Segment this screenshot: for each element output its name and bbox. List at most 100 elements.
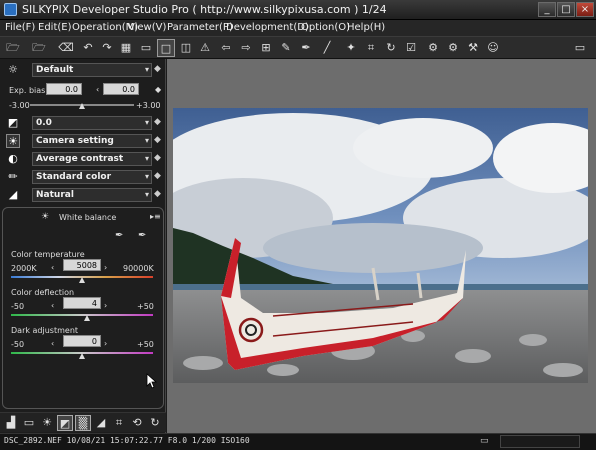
- dark-adjustment-label: Dark adjustment: [11, 326, 79, 335]
- exposure-bias-label: Exp. bias: [9, 86, 46, 95]
- noise-tool-icon[interactable]: ▒: [75, 415, 91, 431]
- open-folder-icon[interactable]: 🗁: [4, 39, 22, 57]
- panel-bottom-toolbar: ▟ ▭ ☀ ◩ ▒ ◢ ⌗ ⟲ ↻: [0, 412, 166, 432]
- menu-help[interactable]: Help(H): [347, 22, 385, 33]
- exposure-bias-thumb[interactable]: [79, 103, 85, 109]
- title-bar: SILKYPIX Developer Studio Pro ( http://w…: [0, 0, 596, 20]
- comment-icon[interactable]: ▭: [21, 415, 37, 431]
- photo-preview[interactable]: [173, 108, 588, 383]
- color-dropdown[interactable]: Standard color ▾: [32, 170, 152, 184]
- checkbox-icon[interactable]: ☑: [402, 39, 420, 57]
- exposure-bias-pin-icon[interactable]: ◆: [155, 85, 161, 94]
- color-temperature-input[interactable]: 5008: [63, 259, 101, 271]
- menu-view[interactable]: View(V): [128, 22, 166, 33]
- tone-pin-icon[interactable]: ◆: [154, 117, 161, 127]
- display-icon[interactable]: ▭: [571, 39, 589, 57]
- camera-pin-icon[interactable]: ◆: [154, 135, 161, 145]
- color-deflection-max: +50: [137, 302, 154, 311]
- image-viewer[interactable]: [167, 59, 596, 433]
- color-deflection-arrow-icon[interactable]: ‹: [51, 301, 54, 310]
- open-recent-icon[interactable]: 🗁: [30, 39, 48, 57]
- redo-icon[interactable]: ↷: [98, 39, 116, 57]
- menu-parameter[interactable]: Parameter(P): [167, 22, 233, 33]
- white-balance-sun-icon: ☀: [41, 212, 50, 222]
- color-temperature-arrow-right-icon[interactable]: ›: [104, 263, 107, 272]
- transform-tool-icon[interactable]: ⌗: [111, 415, 127, 431]
- single-view-icon[interactable]: □: [157, 39, 175, 57]
- refresh-icon[interactable]: ↻: [382, 39, 400, 57]
- reset-tool-icon[interactable]: ↻: [147, 415, 163, 431]
- wand-icon[interactable]: ✦: [342, 39, 360, 57]
- histogram-icon[interactable]: ▟: [3, 415, 19, 431]
- grid-icon[interactable]: ⊞: [257, 39, 275, 57]
- camera-setting-dropdown[interactable]: Camera setting ▾: [32, 134, 152, 148]
- exposure-tool-icon[interactable]: ☀: [39, 415, 55, 431]
- tone-tool-icon[interactable]: ◩: [57, 415, 73, 431]
- menu-bar: File(F) Edit(E) Operation(M) View(V) Par…: [0, 20, 596, 37]
- warning-icon[interactable]: ⚠: [196, 39, 214, 57]
- filmstrip-view-icon[interactable]: ▭: [137, 39, 155, 57]
- tone-curve-icon: ◩: [7, 116, 19, 129]
- preset-icon: ☼: [8, 63, 18, 76]
- sharpness-pin-icon[interactable]: ◆: [154, 189, 161, 199]
- crop-icon[interactable]: ⌗: [362, 39, 380, 57]
- eraser-icon[interactable]: ⌫: [57, 39, 75, 57]
- grid-view-icon[interactable]: ▦: [117, 39, 135, 57]
- exposure-bias-min: -3.00: [9, 101, 30, 110]
- dark-adjustment-arrow-right-icon[interactable]: ›: [104, 339, 107, 348]
- rotate-left-icon[interactable]: ⇦: [217, 39, 235, 57]
- maximize-button[interactable]: □: [557, 2, 575, 17]
- rotate-tool-icon[interactable]: ⟲: [129, 415, 145, 431]
- undo-icon[interactable]: ↶: [79, 39, 97, 57]
- exposure-bias-input[interactable]: 0.0: [46, 83, 82, 95]
- color-temperature-label: Color temperature: [11, 250, 85, 259]
- rotate-right-icon[interactable]: ⇨: [237, 39, 255, 57]
- minimize-button[interactable]: _: [538, 2, 556, 17]
- color-temperature-arrow-icon[interactable]: ‹: [51, 263, 54, 272]
- contrast-dropdown[interactable]: Average contrast ▾: [32, 152, 152, 166]
- sharpness-dropdown[interactable]: Natural ▾: [32, 188, 152, 202]
- toolbar: 🗁 🗁 ⌫ ↶ ↷ ▦ ▭ □ ◫ ⚠ ⇦ ⇨ ⊞ ✎ ✒ ╱ ✦ ⌗ ↻ ☑ …: [0, 37, 596, 59]
- color-deflection-input[interactable]: 4: [63, 297, 101, 309]
- color-pin-icon[interactable]: ◆: [154, 171, 161, 181]
- dark-adjustment-input[interactable]: 0: [63, 335, 101, 347]
- hammer-icon[interactable]: ⚒: [464, 39, 482, 57]
- menu-file[interactable]: File(F): [5, 22, 35, 33]
- tone-row: ◩ 0.0 ▾ ◆: [0, 115, 166, 132]
- dark-adjustment-arrow-icon[interactable]: ‹: [51, 339, 54, 348]
- color-deflection-arrow-right-icon[interactable]: ›: [104, 301, 107, 310]
- gears-icon[interactable]: ⚙: [444, 39, 462, 57]
- compare-view-icon[interactable]: ◫: [177, 39, 195, 57]
- dropper-2-icon[interactable]: ✒: [297, 39, 315, 57]
- white-balance-menu-icon[interactable]: ▸≡: [150, 212, 161, 221]
- color-temperature-min: 2000K: [11, 264, 37, 273]
- menu-option[interactable]: Option(O): [301, 22, 350, 33]
- gear-settings-icon[interactable]: ⚙: [424, 39, 442, 57]
- color-brush-icon: ✏: [8, 170, 18, 183]
- brush-icon[interactable]: ╱: [318, 39, 336, 57]
- color-deflection-slider[interactable]: [11, 314, 153, 316]
- close-button[interactable]: ×: [576, 2, 594, 17]
- tone-dropdown[interactable]: 0.0 ▾: [32, 116, 152, 130]
- control-panel: ☼ Default ▾ ◆ Exp. bias 0.0 ‹ 0.0 ◆ -3.00…: [0, 59, 166, 433]
- contrast-pin-icon[interactable]: ◆: [154, 153, 161, 163]
- dropper-icon[interactable]: ✎: [277, 39, 295, 57]
- contrast-icon: ◐: [8, 152, 18, 165]
- preset-pin-icon[interactable]: ◆: [154, 64, 161, 74]
- window-title: SILKYPIX Developer Studio Pro ( http://w…: [22, 3, 387, 16]
- color-temperature-max: 90000K: [123, 264, 154, 273]
- menu-edit[interactable]: Edit(E): [38, 22, 72, 33]
- wb-dropper-icon[interactable]: ✒: [115, 230, 123, 241]
- preset-dropdown[interactable]: Default ▾: [32, 63, 152, 77]
- exposure-bias-arrow-icon[interactable]: ‹: [96, 85, 99, 94]
- lens-tool-icon[interactable]: ◢: [93, 415, 109, 431]
- color-deflection-thumb[interactable]: [84, 315, 90, 321]
- dark-adjustment-thumb[interactable]: [79, 353, 85, 359]
- status-progress-field: [500, 435, 580, 448]
- help-badge-icon[interactable]: ☺: [484, 39, 502, 57]
- exposure-bias-input-2[interactable]: 0.0: [103, 83, 139, 95]
- color-temperature-thumb[interactable]: [79, 277, 85, 283]
- wb-dropper-2-icon[interactable]: ✒: [138, 230, 146, 241]
- app-icon: [4, 3, 17, 16]
- menu-development[interactable]: Development(D): [226, 22, 309, 33]
